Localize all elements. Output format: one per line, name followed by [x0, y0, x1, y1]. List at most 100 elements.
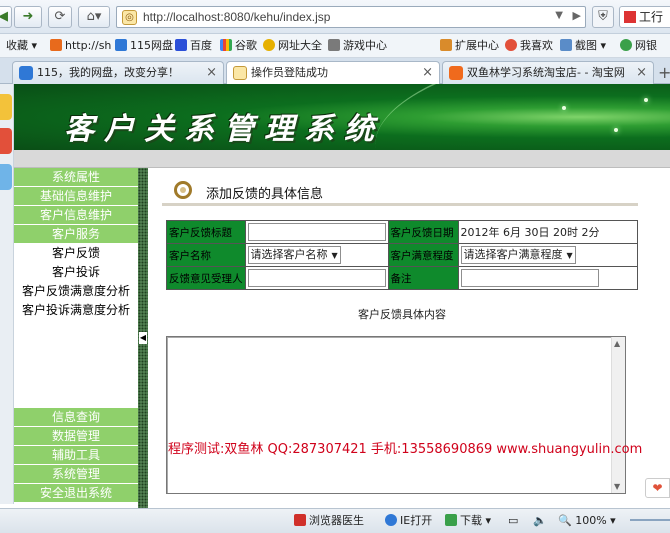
fav-item-http[interactable]: http://sh: [50, 38, 111, 54]
menu-info-query[interactable]: 信息查询: [14, 408, 138, 427]
address-bar[interactable]: ◎ http://localhost:8080/kehu/index.jsp ▼…: [116, 6, 586, 28]
ie-open-button[interactable]: IE打开: [385, 514, 432, 528]
tab-label: 操作员登陆成功: [251, 66, 328, 79]
handler-label: 反馈意见受理人: [166, 266, 246, 290]
form-row: 客户名称 请选择客户名称 ▼ 客户满意程度 请选择客户满意程度 ▼: [166, 243, 638, 267]
fav-item-google[interactable]: 谷歌: [220, 38, 257, 54]
site-icon: [50, 39, 62, 51]
textarea-scrollbar[interactable]: ▲ ▼: [611, 337, 625, 493]
download-icon: [445, 514, 457, 526]
fav-item-games[interactable]: 游戏中心: [328, 38, 387, 54]
weibo-side-icon[interactable]: [0, 128, 12, 154]
icbc-button[interactable]: 工行: [619, 6, 670, 28]
section-ring-icon: [174, 181, 192, 199]
fav-item-baidu[interactable]: 百度: [175, 38, 212, 54]
menu-item-feedback-analysis[interactable]: 客户反馈满意度分析: [14, 282, 138, 301]
banner-decoration: [365, 84, 670, 150]
home-button[interactable]: ⌂▾: [78, 6, 110, 28]
zoom-level: 100%: [575, 514, 607, 527]
chevron-down-icon: ▼: [566, 251, 573, 260]
section-header: 添加反馈的具体信息: [162, 178, 638, 206]
fav-item-label: 谷歌: [235, 39, 257, 52]
back-arrow-icon: ◀: [0, 9, 8, 24]
menu-customer-service[interactable]: 客户服务: [14, 225, 138, 244]
customer-select-value: 请选择客户名称: [250, 248, 328, 261]
tab-taobao[interactable]: 双鱼林学习系统淘宝店- - 淘宝网 ×: [442, 61, 654, 84]
home-icon: ⌂▾: [86, 9, 102, 24]
browser-doctor-button[interactable]: 浏览器医生: [294, 514, 364, 528]
menu-tools[interactable]: 辅助工具: [14, 446, 138, 465]
refresh-button[interactable]: ⟳: [48, 6, 72, 28]
menu-item-complaint-analysis[interactable]: 客户投诉满意度分析: [14, 301, 138, 320]
favorites-menu[interactable]: 收藏 ▾: [6, 38, 37, 54]
feedback-date-label: 客户反馈日期: [387, 220, 459, 244]
favorite-like-button[interactable]: 我喜欢: [505, 38, 553, 54]
go-arrow-icon[interactable]: ▶: [573, 9, 581, 22]
satisfaction-select[interactable]: 请选择客户满意程度 ▼: [460, 246, 576, 264]
volume-icon[interactable]: 🔈: [533, 514, 547, 528]
status-label: 浏览器医生: [309, 514, 364, 527]
tab-label: 115，我的网盘，改变分享！: [37, 66, 179, 79]
developer-watermark: 程序测试:双鱼林 QQ:287307421 手机:13558690869 www…: [168, 442, 643, 457]
bank-icon: [620, 39, 632, 51]
address-url[interactable]: http://localhost:8080/kehu/index.jsp: [143, 10, 330, 24]
menu-system-management[interactable]: 系统管理: [14, 465, 138, 484]
feedback-form: 客户反馈标题 客户反馈日期 2012年 6月 30日 20时 2分 客户名称 请…: [166, 220, 638, 290]
close-icon[interactable]: ×: [636, 62, 647, 83]
window-icon[interactable]: ▭: [508, 514, 518, 528]
new-tab-button[interactable]: +: [658, 63, 670, 82]
feedback-content-textarea[interactable]: ▲ ▼: [166, 336, 626, 494]
close-icon[interactable]: ×: [206, 62, 217, 83]
google-icon: [220, 39, 232, 51]
menu-system-properties[interactable]: 系统属性: [14, 168, 138, 187]
handler-input[interactable]: [247, 269, 386, 287]
tab-115[interactable]: 115，我的网盘，改变分享！ ×: [12, 61, 224, 84]
satisfaction-label: 客户满意程度: [387, 243, 459, 267]
customer-name-select[interactable]: 请选择客户名称 ▼: [247, 246, 341, 264]
close-icon[interactable]: ×: [422, 62, 433, 83]
toolbar-label: 扩展中心: [455, 39, 499, 52]
back-button[interactable]: ◀: [0, 6, 12, 28]
download-button[interactable]: 下载 ▾: [445, 514, 491, 528]
app-side-icon[interactable]: [0, 164, 12, 190]
scroll-up-icon[interactable]: ▲: [614, 339, 620, 348]
cloud-icon: [19, 66, 33, 80]
progress-track: [630, 519, 670, 521]
site-favicon-icon: ◎: [122, 10, 137, 25]
address-dropdown-icon[interactable]: ▼: [555, 10, 563, 21]
feedback-title-input[interactable]: [247, 223, 386, 241]
extension-center-button[interactable]: 扩展中心: [440, 38, 499, 54]
security-shield-button[interactable]: ⛨: [592, 6, 614, 28]
heart-icon: ❤: [652, 481, 663, 495]
menu-data-management[interactable]: 数据管理: [14, 427, 138, 446]
form-row: 客户反馈标题 客户反馈日期 2012年 6月 30日 20时 2分: [166, 220, 638, 244]
collapse-arrow-icon[interactable]: ◀: [139, 332, 147, 344]
scissors-icon: [560, 39, 572, 51]
netbank-button[interactable]: 网银: [620, 38, 657, 54]
remark-input[interactable]: [460, 269, 599, 287]
zoom-control[interactable]: 🔍 100% ▾: [558, 514, 616, 528]
favorites-side-icon[interactable]: [0, 94, 12, 120]
menu-bottom-group: 信息查询 数据管理 辅助工具 系统管理 安全退出系统: [14, 408, 138, 503]
fav-item-115[interactable]: 115网盘: [115, 38, 173, 54]
feedback-title-cell: [244, 220, 389, 244]
menu-item-feedback[interactable]: 客户反馈: [14, 244, 138, 263]
shield-icon: ⛨: [598, 9, 608, 24]
bank-logo-icon: [624, 11, 636, 23]
scroll-down-icon[interactable]: ▼: [614, 482, 620, 491]
forward-button[interactable]: ➜: [14, 6, 42, 28]
fav-item-nav[interactable]: 网址大全: [263, 38, 322, 54]
tab-operator-login[interactable]: 操作员登陆成功 ×: [226, 61, 440, 85]
menu-basic-info[interactable]: 基础信息维护: [14, 187, 138, 206]
screenshot-button[interactable]: 截图 ▾: [560, 38, 606, 54]
menu-customer-info[interactable]: 客户信息维护: [14, 206, 138, 225]
ie-icon: [385, 514, 397, 526]
feedback-title-label: 客户反馈标题: [166, 220, 246, 244]
menu-splitter[interactable]: ◀: [138, 168, 148, 508]
float-heart-button[interactable]: ❤: [645, 478, 670, 498]
tab-label: 双鱼林学习系统淘宝店- - 淘宝网: [467, 66, 625, 79]
menu-logout[interactable]: 安全退出系统: [14, 484, 138, 503]
fav-item-label: http://sh: [65, 39, 112, 52]
menu-item-complaint[interactable]: 客户投诉: [14, 263, 138, 282]
customer-name-cell: 请选择客户名称 ▼: [244, 243, 389, 267]
